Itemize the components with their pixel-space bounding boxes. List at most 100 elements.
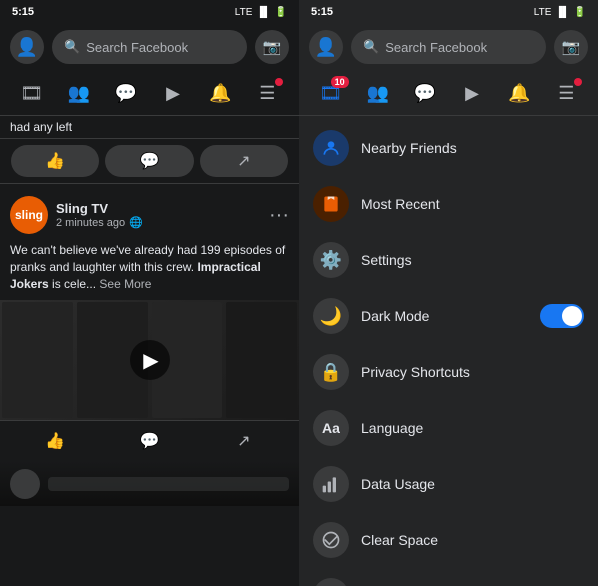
menu-item-help[interactable]: ?Help (299, 568, 598, 586)
stories-icon: 🎞 (20, 83, 43, 104)
menu-item-language[interactable]: Aa Language (299, 400, 598, 456)
right-status-icons: LTE ▐▌ 🔋 (534, 7, 586, 18)
language-icon: Aa (313, 410, 349, 446)
left-panel: 5:15 LTE ▐▌ 🔋 👤 🔍 Search Facebook 📷 🎞 👥 … (0, 0, 299, 586)
battery-icon: 🔋 (275, 7, 287, 18)
menu-item-most-recent[interactable]: Most Recent (299, 176, 598, 232)
privacy-shortcuts-icon: 🔒 (313, 354, 349, 390)
privacy-shortcuts-label: Privacy Shortcuts (361, 364, 584, 380)
right-status-bar: 5:15 LTE ▐▌ 🔋 (299, 0, 598, 22)
nav-notifications[interactable]: 🔔 (202, 76, 238, 112)
menu-item-settings[interactable]: ⚙️Settings (299, 232, 598, 288)
post-share-button[interactable]: ↗ (197, 425, 291, 457)
language-label: Language (361, 420, 584, 436)
right-bell-icon: 🔔 (508, 83, 530, 104)
most-recent-label: Most Recent (361, 196, 584, 212)
profile-icon: 👤 (16, 37, 38, 58)
right-search-icon: 🔍 (363, 39, 379, 55)
comment-icon-top: 💬 (140, 151, 160, 171)
left-search-text: Search Facebook (86, 40, 188, 55)
menu-item-nearby-friends[interactable]: Nearby Friends (299, 120, 598, 176)
post-body-end: is cele... (49, 277, 96, 291)
right-nav-notifications[interactable]: 🔔 (501, 76, 537, 112)
right-profile-avatar[interactable]: 👤 (309, 30, 343, 64)
right-friends-icon: 👥 (367, 83, 389, 104)
dark-mode-toggle[interactable] (540, 304, 584, 328)
post-body: We can't believe we've already had 199 e… (0, 242, 299, 300)
post-timestamp: 2 minutes ago 🌐 (56, 216, 261, 229)
like-icon-top: 👍 (45, 151, 65, 171)
post-more-button[interactable]: ··· (269, 204, 289, 227)
messenger-icon: 💬 (115, 83, 137, 104)
nav-watch[interactable]: ▶ (155, 76, 191, 112)
play-icon: ▶ (143, 348, 158, 373)
dark-mode-label: Dark Mode (361, 308, 528, 324)
data-usage-label: Data Usage (361, 476, 584, 492)
stories-badge: 10 (331, 76, 349, 88)
right-menu-red-dot (574, 78, 582, 86)
profile-avatar[interactable]: 👤 (10, 30, 44, 64)
friends-icon: 👥 (68, 83, 90, 104)
menu-item-dark-mode[interactable]: 🌙 Dark Mode (299, 288, 598, 344)
blurred-avatar (10, 469, 40, 499)
left-status-icons: LTE ▐▌ 🔋 (235, 7, 287, 18)
nearby-friends-label: Nearby Friends (361, 140, 584, 156)
blurred-feed-bottom (0, 461, 299, 506)
like-button-top[interactable]: 👍 (11, 145, 99, 177)
menu-item-data-usage[interactable]: Data Usage (299, 456, 598, 512)
globe-icon: 🌐 (129, 216, 143, 229)
feed-snippet: had any left (0, 116, 299, 138)
post-card: sling Sling TV 2 minutes ago 🌐 ··· We ca… (0, 188, 299, 461)
nav-menu[interactable]: ☰ (249, 76, 285, 112)
lte-icon: LTE (235, 7, 253, 18)
menu-red-dot (275, 78, 283, 86)
nav-stories[interactable]: 🎞 (14, 76, 50, 112)
post-comment-button[interactable]: 💬 (102, 425, 196, 457)
right-hamburger-icon: ☰ (558, 83, 574, 104)
right-lte-icon: LTE (534, 7, 552, 18)
clear-space-label: Clear Space (361, 532, 584, 548)
play-button[interactable]: ▶ (130, 340, 170, 380)
nav-messenger[interactable]: 💬 (108, 76, 144, 112)
dark-mode-toggle-knob (562, 306, 582, 326)
bell-icon: 🔔 (209, 83, 231, 104)
blurred-text (48, 477, 289, 491)
share-button-top[interactable]: ↗ (200, 145, 288, 177)
menu-item-privacy-shortcuts[interactable]: 🔒 Privacy Shortcuts (299, 344, 598, 400)
right-nav-watch[interactable]: ▶ (454, 76, 490, 112)
right-camera-icon: 📷 (562, 38, 581, 56)
settings-label: Settings (361, 252, 584, 268)
nav-friends[interactable]: 👥 (61, 76, 97, 112)
left-header: 👤 🔍 Search Facebook 📷 (0, 22, 299, 72)
right-search-text: Search Facebook (385, 40, 487, 55)
share-icon-top: ↗ (237, 151, 250, 171)
hamburger-icon: ☰ (259, 83, 275, 104)
post-actions-bottom: 👍 💬 ↗ (0, 420, 299, 461)
left-search-bar[interactable]: 🔍 Search Facebook (52, 30, 247, 64)
person-1 (2, 302, 73, 418)
clear-space-icon (313, 522, 349, 558)
right-search-bar[interactable]: 🔍 Search Facebook (351, 30, 546, 64)
right-time: 5:15 (311, 6, 333, 18)
nearby-friends-icon (313, 130, 349, 166)
post-comment-icon: 💬 (140, 431, 160, 451)
left-feed: had any left 👍 💬 ↗ sling Sling TV 2 minu… (0, 116, 299, 586)
right-panel: 5:15 LTE ▐▌ 🔋 👤 🔍 Search Facebook 📷 🎞 10… (299, 0, 598, 586)
post-like-button[interactable]: 👍 (8, 425, 102, 457)
left-camera-button[interactable]: 📷 (255, 30, 289, 64)
post-author-name: Sling TV (56, 201, 261, 216)
right-nav-messenger[interactable]: 💬 (407, 76, 443, 112)
right-nav-friends[interactable]: 👥 (360, 76, 396, 112)
right-header: 👤 🔍 Search Facebook 📷 (299, 22, 598, 72)
menu-item-clear-space[interactable]: Clear Space (299, 512, 598, 568)
post-meta: Sling TV 2 minutes ago 🌐 (56, 201, 261, 229)
post-video-thumbnail[interactable]: ▶ (0, 300, 299, 420)
comment-button-top[interactable]: 💬 (105, 145, 193, 177)
right-nav-menu[interactable]: ☰ (548, 76, 584, 112)
post-share-icon: ↗ (237, 431, 250, 451)
left-status-bar: 5:15 LTE ▐▌ 🔋 (0, 0, 299, 22)
right-nav-stories[interactable]: 🎞 10 (313, 76, 349, 112)
right-camera-button[interactable]: 📷 (554, 30, 588, 64)
see-more-link[interactable]: See More (99, 277, 151, 291)
dark-mode-icon: 🌙 (313, 298, 349, 334)
